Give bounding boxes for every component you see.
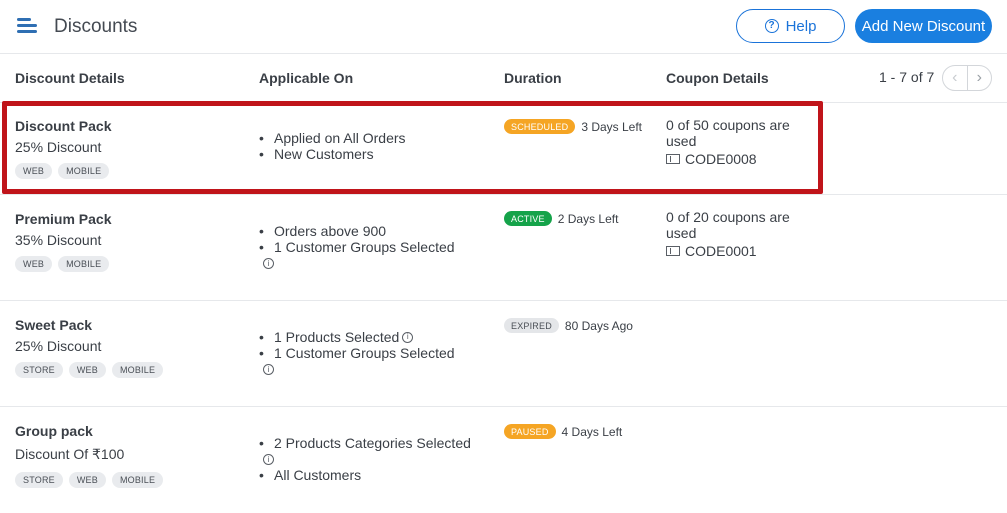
applicable-item: 1 Customer Groups Selected xyxy=(274,345,455,361)
info-icon[interactable]: i xyxy=(263,258,274,269)
applicable-item: 2 Products Categories Selected xyxy=(274,435,471,451)
channel-tag: WEB xyxy=(68,472,106,488)
page-title: Discounts xyxy=(54,16,138,37)
duration-cell: EXPIRED 80 Days Ago xyxy=(504,318,633,333)
column-header-discount-details: Discount Details xyxy=(15,70,125,86)
duration-text: 4 Days Left xyxy=(561,424,623,439)
duration-cell: ACTIVE 2 Days Left xyxy=(504,211,618,226)
table-row[interactable]: Premium Pack 35% Discount WEB MOBILE • Or… xyxy=(0,195,1007,301)
status-badge: PAUSED xyxy=(504,424,556,439)
applicable-list: • Orders above 900 • 1 Customer Groups Sel… xyxy=(259,223,455,269)
applicable-list: • 1 Products Selected i • 1 Customer Groups… xyxy=(259,329,455,375)
column-header-applicable-on: Applicable On xyxy=(259,70,354,86)
applicable-item: Orders above 900 xyxy=(274,223,387,239)
pagination-text: 1 - 7 of 7 xyxy=(879,69,935,85)
info-icon[interactable]: i xyxy=(263,364,274,375)
add-new-discount-button[interactable]: Add New Discount xyxy=(855,9,992,43)
duration-cell: PAUSED 4 Days Left xyxy=(504,424,622,439)
discount-name: Group pack xyxy=(15,423,93,439)
duration-text: 2 Days Left xyxy=(557,211,619,226)
help-button[interactable]: ? Help xyxy=(736,9,845,43)
menu-icon[interactable] xyxy=(17,18,37,34)
channel-tag: WEB xyxy=(68,362,106,378)
help-icon: ? xyxy=(764,19,779,33)
coupon-details: 0 of 20 coupons are used CODE0001 xyxy=(666,209,816,259)
channel-tag: STORE xyxy=(15,472,63,488)
discount-name: Sweet Pack xyxy=(15,317,93,333)
top-bar: Discounts ? Help Add New Discount xyxy=(0,0,1007,54)
status-badge: EXPIRED xyxy=(504,318,559,333)
coupon-usage: 0 of 20 coupons are used xyxy=(666,209,790,241)
help-label: Help xyxy=(785,17,817,35)
highlight-box xyxy=(2,101,823,194)
discount-value: 25% Discount xyxy=(15,338,102,354)
channel-tag: MOBILE xyxy=(111,472,164,488)
column-header-coupon-details: Coupon Details xyxy=(666,70,769,86)
discount-value: Discount Of ₹100 xyxy=(15,446,125,462)
applicable-item: All Customers xyxy=(274,467,362,483)
applicable-list: • 2 Products Categories Selected i • All C… xyxy=(259,435,471,483)
discount-name: Premium Pack xyxy=(15,211,112,227)
discount-value: 35% Discount xyxy=(15,232,102,248)
channel-tag: MOBILE xyxy=(111,362,164,378)
info-icon[interactable]: i xyxy=(402,331,414,343)
prev-page-chevron-icon[interactable]: ‹ xyxy=(943,66,968,90)
duration-text: 80 Days Ago xyxy=(564,318,633,333)
pagination-controls: ‹ › xyxy=(942,65,992,91)
channel-tag: STORE xyxy=(15,362,63,378)
column-header-duration: Duration xyxy=(504,70,562,86)
ticket-icon xyxy=(666,246,680,256)
table-row[interactable]: Group pack Discount Of ₹100 STORE WEB MO… xyxy=(0,407,1007,513)
channel-tag: WEB xyxy=(15,256,53,272)
channel-tag: MOBILE xyxy=(58,256,110,272)
table-row[interactable]: Sweet Pack 25% Discount STORE WEB MOBILE… xyxy=(0,301,1007,407)
status-badge: ACTIVE xyxy=(504,211,552,226)
applicable-item: 1 Customer Groups Selected xyxy=(274,239,455,255)
next-page-chevron-icon[interactable]: › xyxy=(968,66,992,90)
info-icon[interactable]: i xyxy=(263,454,274,465)
applicable-item: 1 Products Selected xyxy=(274,329,400,345)
table-header: Discount Details Applicable On Duration … xyxy=(0,54,1007,103)
coupon-code: CODE0001 xyxy=(685,243,757,259)
